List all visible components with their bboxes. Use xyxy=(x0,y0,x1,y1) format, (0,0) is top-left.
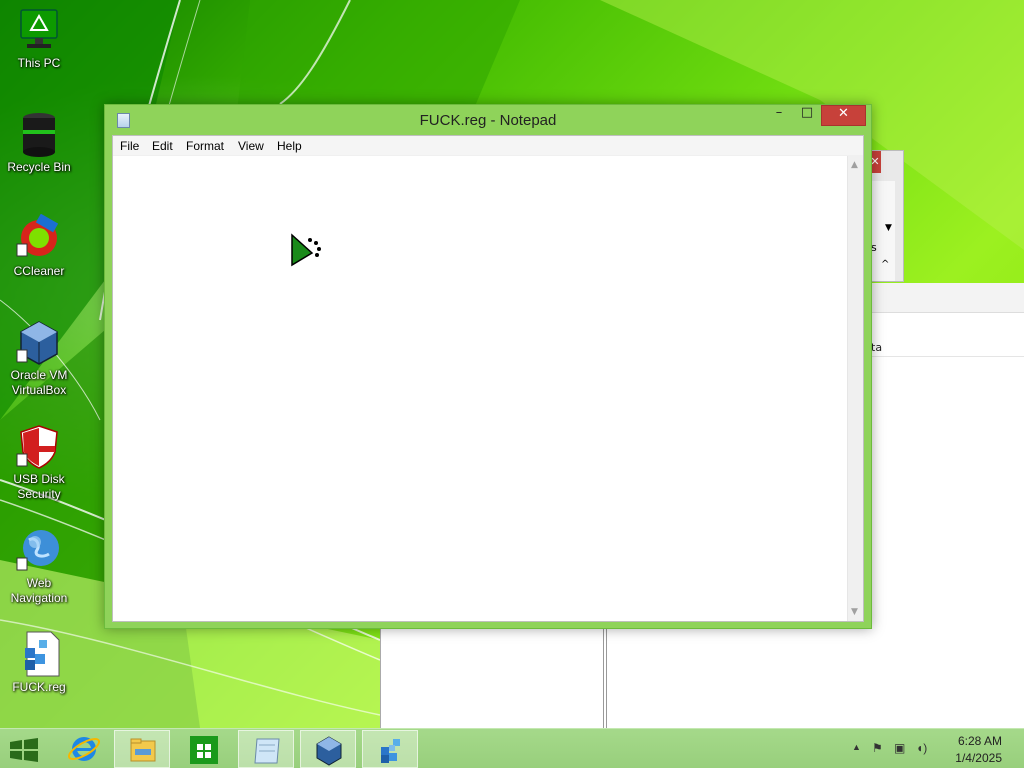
desktop-icon-virtualbox[interactable]: Oracle VM VirtualBox xyxy=(4,318,74,398)
desktop-icon-fuck-reg[interactable]: FUCK.reg xyxy=(4,630,74,695)
taskbar-virtualbox[interactable] xyxy=(300,730,356,768)
scroll-down-arrow[interactable]: ▼ xyxy=(851,607,858,617)
desktop-icon-label: Oracle VM VirtualBox xyxy=(10,368,68,397)
desktop-icon-label: USB Disk Security xyxy=(13,472,65,501)
flag-icon[interactable]: ⚑ xyxy=(872,741,883,755)
notepad-client-area: File Edit Format View Help ▲ ▼ xyxy=(112,135,864,622)
ccleaner-icon xyxy=(15,213,63,262)
maximize-button[interactable]: □ xyxy=(793,105,821,126)
system-tray: ▲ ⚑ ▣ ◖) 6:28 AM 1/4/2025 xyxy=(844,729,1024,768)
desktop-icon-label: This PC xyxy=(17,56,61,70)
registry-editor-icon xyxy=(381,739,400,763)
virtualbox-icon xyxy=(15,318,63,366)
store-icon xyxy=(190,736,218,764)
desktop-icon-web-navigation[interactable]: Web Navigation xyxy=(4,526,74,606)
virtualbox-icon xyxy=(316,736,342,766)
window-title: FUCK.reg - Notepad xyxy=(419,112,557,129)
globe-icon xyxy=(15,526,63,574)
taskbar-file-explorer[interactable] xyxy=(114,730,170,768)
text-editor-area[interactable] xyxy=(113,156,847,621)
internet-explorer-icon xyxy=(67,737,101,761)
close-icon: ✕ xyxy=(838,106,849,121)
desktop-icon-usb-disk-security[interactable]: USB Disk Security xyxy=(4,422,74,502)
background-dialog: ✕ ▼ s ^ xyxy=(868,150,904,282)
monitor-icon xyxy=(15,6,63,54)
volume-icon[interactable]: ◖) xyxy=(916,741,927,755)
clock-date[interactable]: 1/4/2025 xyxy=(955,751,1002,765)
menu-format[interactable]: Format xyxy=(186,139,224,153)
desktop-icon-label: FUCK.reg xyxy=(12,680,66,694)
minimize-button[interactable]: – xyxy=(765,105,793,126)
background-column-header: ta xyxy=(871,341,883,354)
taskbar-registry-editor[interactable] xyxy=(362,730,418,768)
minimize-icon: – xyxy=(775,105,783,120)
file-explorer-icon xyxy=(130,738,156,762)
notepad-window: FUCK.reg - Notepad – □ ✕ File Edit Forma… xyxy=(104,104,872,629)
taskbar-notepad[interactable] xyxy=(238,730,294,768)
close-button[interactable]: ✕ xyxy=(821,105,866,126)
menu-bar: File Edit Format View Help xyxy=(113,136,863,156)
taskbar-internet-explorer[interactable] xyxy=(56,730,112,768)
menu-edit[interactable]: Edit xyxy=(152,139,173,153)
menu-help[interactable]: Help xyxy=(277,139,302,153)
start-windows-icon xyxy=(10,738,38,762)
notepad-icon xyxy=(254,738,280,764)
desktop-icon-recycle-bin[interactable]: Recycle Bin xyxy=(4,110,74,175)
chevron-down-icon[interactable]: ▼ xyxy=(885,223,892,233)
chevron-up-icon[interactable]: ^ xyxy=(881,259,889,270)
menu-view[interactable]: View xyxy=(238,139,264,153)
vertical-scrollbar[interactable]: ▲ ▼ xyxy=(847,156,863,621)
desktop-icon-this-pc[interactable]: This PC xyxy=(4,6,74,71)
recycle-bin-icon xyxy=(15,110,63,158)
maximize-icon: □ xyxy=(800,105,814,120)
desktop-icon-ccleaner[interactable]: CCleaner xyxy=(4,213,74,279)
start-button[interactable] xyxy=(0,730,48,768)
desktop-icon-label: CCleaner xyxy=(13,264,65,278)
busy-cursor-icon xyxy=(290,233,326,272)
desktop-icon-label: Web Navigation xyxy=(10,576,68,605)
taskbar-store[interactable] xyxy=(176,730,232,768)
notepad-titlebar[interactable]: FUCK.reg - Notepad – □ ✕ xyxy=(105,105,871,135)
clock-time[interactable]: 6:28 AM xyxy=(958,734,1002,748)
taskbar: ▲ ⚑ ▣ ◖) 6:28 AM 1/4/2025 xyxy=(0,728,1024,768)
shield-icon xyxy=(15,422,63,470)
menu-file[interactable]: File xyxy=(120,139,139,153)
network-icon[interactable]: ▣ xyxy=(894,741,905,755)
desktop-icon-label: Recycle Bin xyxy=(7,160,71,174)
chevron-up-icon[interactable]: ▲ xyxy=(852,742,861,752)
scroll-up-arrow[interactable]: ▲ xyxy=(851,160,858,170)
registry-file-icon xyxy=(15,630,63,678)
